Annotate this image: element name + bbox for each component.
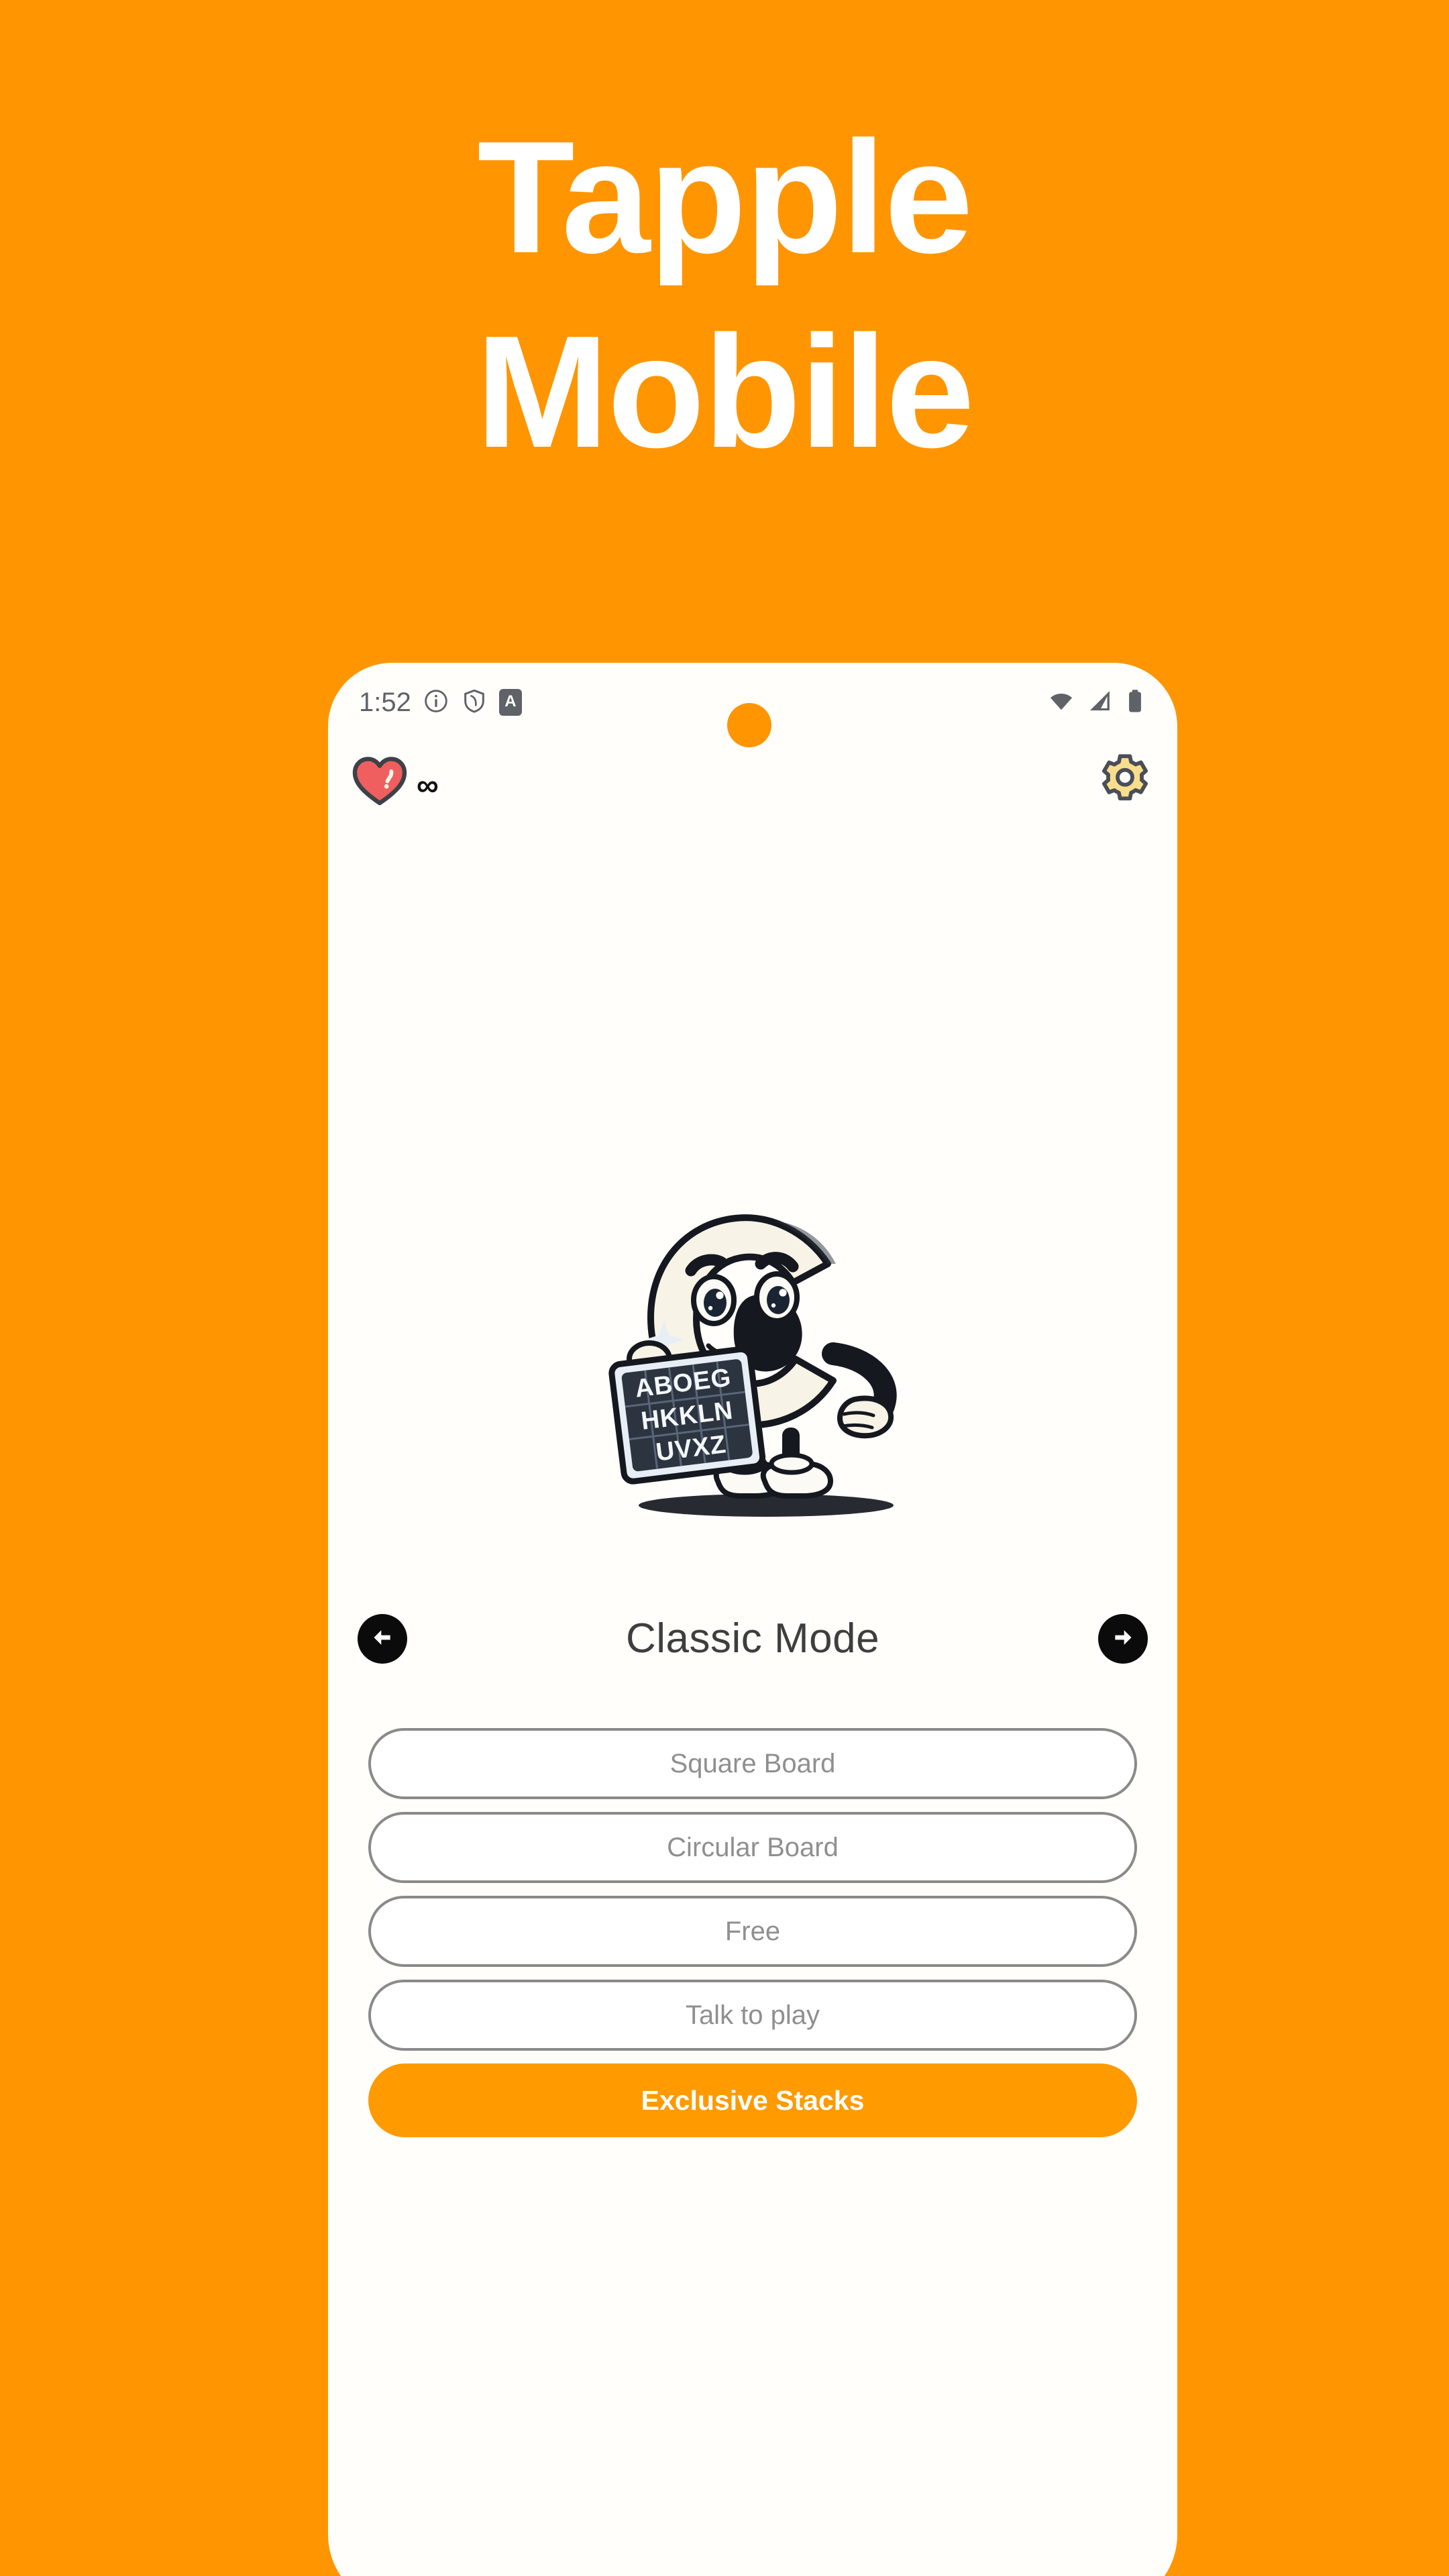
page-title: Tapple Mobile	[476, 109, 975, 482]
arrow-left-icon	[369, 1624, 396, 1654]
status-bar-clock: 1:52	[359, 688, 411, 717]
app-store-promo-screenshot: Tapple Mobile 1:52 A ∞ ABOEG HKKLN UVXZ …	[0, 0, 1449, 2576]
phone-mockup: 1:52 A ∞ ABOEG HKKLN UVXZ Classic Mode S…	[328, 663, 1177, 2576]
caption-a-badge-icon: A	[498, 689, 522, 716]
front-camera-punch-hole	[727, 703, 771, 747]
mode-selector: Classic Mode	[328, 1609, 1177, 1669]
cellular-signal-icon	[1085, 687, 1114, 718]
mode-label: Classic Mode	[625, 1615, 880, 1662]
info-circle-icon	[423, 688, 449, 718]
mode-prev-button[interactable]	[358, 1614, 407, 1664]
mascot-illustration: ABOEG HKKLN UVXZ	[328, 1119, 1177, 1548]
arrow-right-icon	[1110, 1624, 1136, 1654]
game-options-list: Square Board Circular Board Free Talk to…	[328, 1728, 1177, 2137]
battery-icon	[1124, 687, 1146, 718]
option-circular-board[interactable]: Circular Board	[368, 1812, 1137, 1883]
status-bar-left: 1:52 A	[359, 688, 522, 718]
gear-icon[interactable]	[1097, 753, 1153, 812]
status-bar-right	[1047, 687, 1146, 718]
mode-next-button[interactable]	[1098, 1614, 1148, 1664]
lives-count: ∞	[417, 767, 439, 802]
option-free[interactable]: Free	[368, 1896, 1137, 1967]
heart-icon	[352, 756, 407, 809]
lives-indicator: ∞	[352, 756, 439, 809]
tapple-c-mascot-svg: ABOEG HKKLN UVXZ	[608, 1214, 897, 1517]
wifi-icon	[1047, 687, 1075, 718]
shield-icon	[461, 688, 488, 718]
option-exclusive-stacks[interactable]: Exclusive Stacks	[368, 2063, 1137, 2137]
app-bar: ∞	[328, 742, 1177, 822]
option-talk-to-play[interactable]: Talk to play	[368, 1980, 1137, 2051]
option-square-board[interactable]: Square Board	[368, 1728, 1137, 1799]
